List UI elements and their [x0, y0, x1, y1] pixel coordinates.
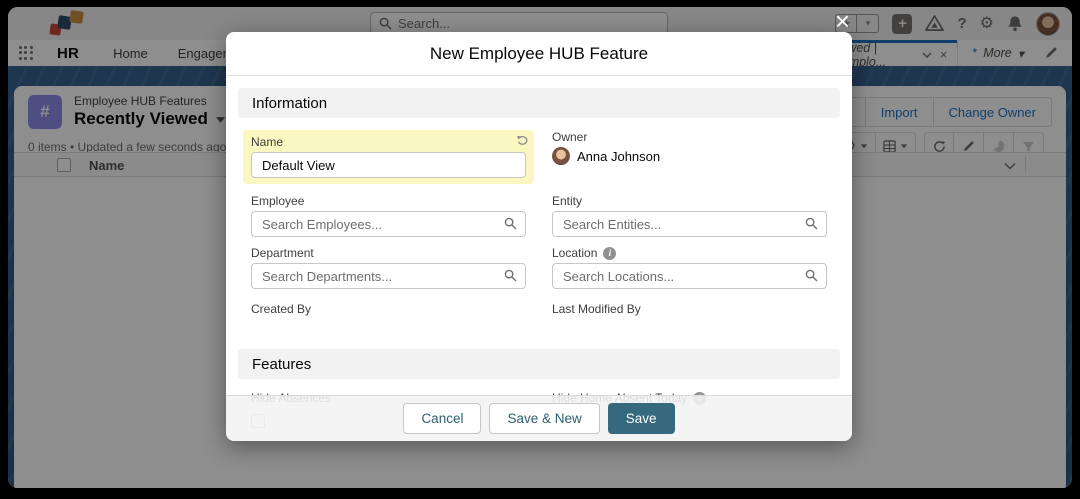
section-features[interactable]: Features	[238, 349, 840, 379]
save-button[interactable]: Save	[608, 403, 675, 434]
undo-icon[interactable]	[516, 134, 528, 146]
search-icon	[504, 217, 517, 230]
save-and-new-button[interactable]: Save & New	[489, 403, 599, 434]
owner-field: Owner Anna Johnson	[552, 130, 827, 165]
modal-close-icon[interactable]: ×	[835, 8, 850, 34]
owner-avatar	[552, 147, 570, 165]
app-window: Search... ★ ▾ + ? ⚙ HR Home Engagement W	[8, 7, 1072, 488]
entity-label: Entity	[552, 194, 827, 208]
info-icon[interactable]: i	[603, 247, 616, 260]
owner-name: Anna Johnson	[577, 149, 660, 164]
location-lookup-input[interactable]	[552, 263, 827, 289]
new-record-modal: New Employee HUB Feature Information Nam…	[226, 32, 852, 441]
name-label: Name	[251, 135, 526, 149]
employee-lookup-input[interactable]	[251, 211, 526, 237]
employee-label: Employee	[251, 194, 526, 208]
owner-label: Owner	[552, 130, 827, 144]
name-input[interactable]	[251, 152, 526, 178]
section-information[interactable]: Information	[238, 88, 840, 118]
modal-title: New Employee HUB Feature	[430, 44, 648, 64]
created-by-label: Created By	[251, 302, 526, 316]
search-icon	[805, 269, 818, 282]
modal-footer: Cancel Save & New Save	[226, 395, 852, 441]
last-modified-by-label: Last Modified By	[552, 302, 827, 316]
name-field-dirty-highlight: Name	[243, 130, 534, 184]
department-lookup-input[interactable]	[251, 263, 526, 289]
location-label: Location i	[552, 246, 827, 260]
department-label: Department	[251, 246, 526, 260]
search-icon	[504, 269, 517, 282]
search-icon	[805, 217, 818, 230]
cancel-button[interactable]: Cancel	[403, 403, 481, 434]
entity-lookup-input[interactable]	[552, 211, 827, 237]
